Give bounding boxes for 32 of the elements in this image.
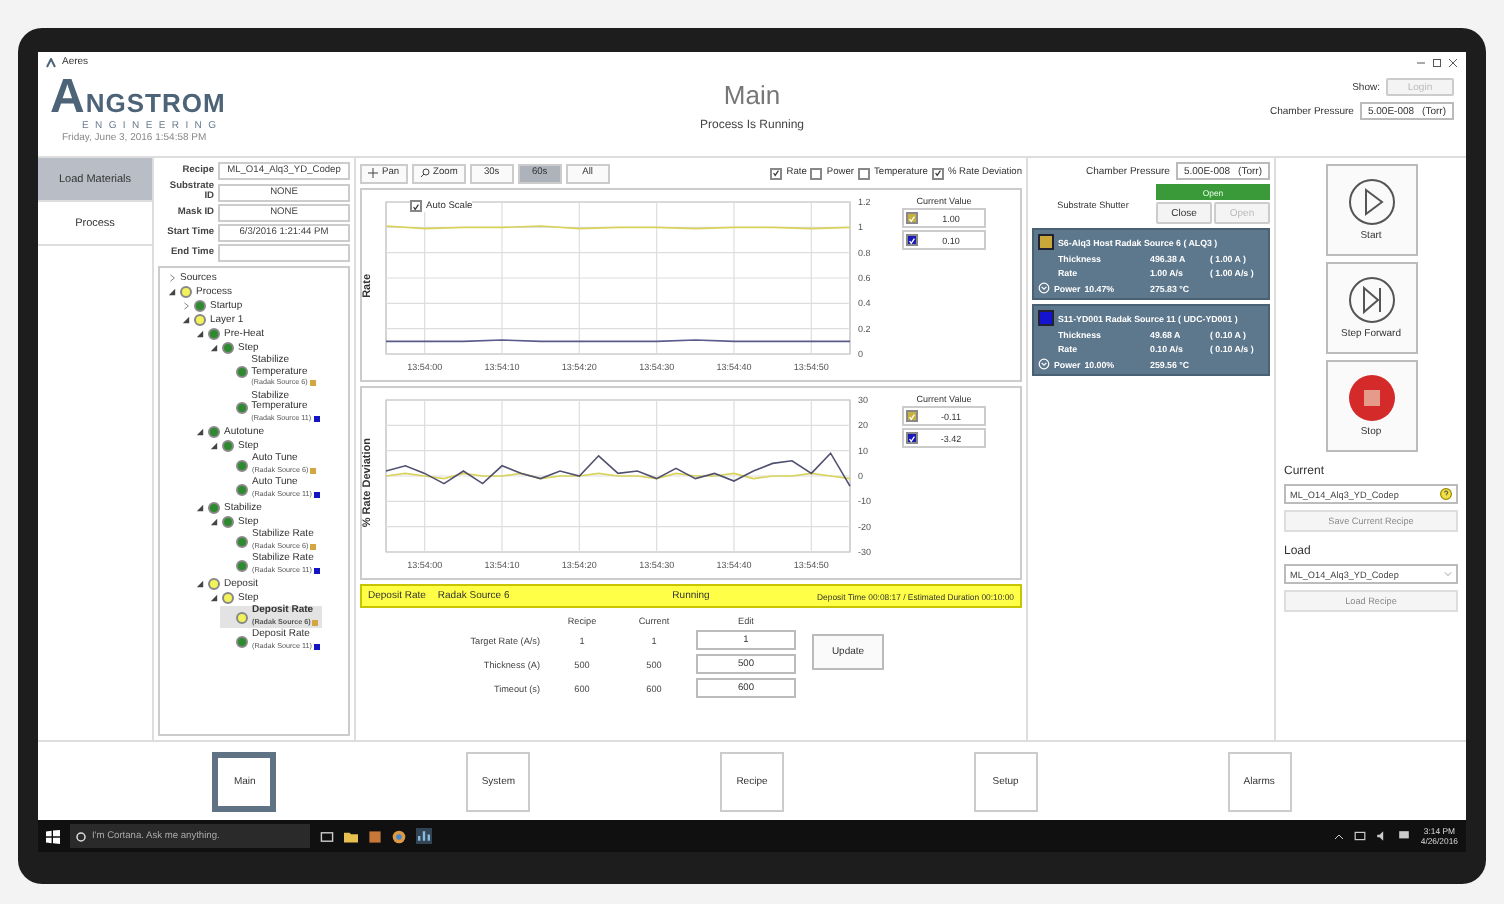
app-icon	[46, 57, 56, 67]
series-checkbox[interactable]	[906, 432, 918, 444]
checkbox[interactable]	[931, 167, 944, 179]
task-view-icon[interactable]	[320, 829, 334, 843]
circle-icon	[76, 831, 86, 841]
windows-icon[interactable]	[46, 829, 60, 843]
series-checkbox[interactable]	[906, 212, 918, 224]
play-icon	[1347, 178, 1395, 226]
maximize-icon[interactable]	[1432, 57, 1442, 67]
checkbox[interactable]	[770, 167, 783, 179]
series-checkbox[interactable]	[906, 410, 918, 422]
checkbox[interactable]	[858, 167, 870, 179]
network-icon[interactable]	[1354, 830, 1367, 842]
page-title: Main	[723, 80, 781, 110]
chrome-icon[interactable]	[392, 829, 406, 843]
chart-app-icon[interactable]	[416, 828, 432, 844]
checkbox[interactable]	[810, 167, 823, 179]
expand-icon[interactable]	[1038, 282, 1050, 294]
folder-icon[interactable]	[344, 829, 358, 843]
help-icon	[1440, 488, 1452, 500]
brand-logo: ANGSTROM	[50, 76, 226, 120]
speaker-icon[interactable]	[1376, 830, 1389, 842]
input-field[interactable]	[218, 244, 350, 262]
expand-icon[interactable]	[1038, 358, 1050, 370]
move-icon	[368, 168, 378, 178]
magnifier-icon	[419, 168, 430, 178]
series-checkbox[interactable]	[906, 234, 918, 246]
stop-icon	[1347, 374, 1395, 422]
close-icon[interactable]	[1448, 57, 1458, 67]
step-forward-icon	[1347, 276, 1395, 324]
checkbox[interactable]	[410, 200, 422, 212]
caret-icon	[1444, 570, 1452, 578]
